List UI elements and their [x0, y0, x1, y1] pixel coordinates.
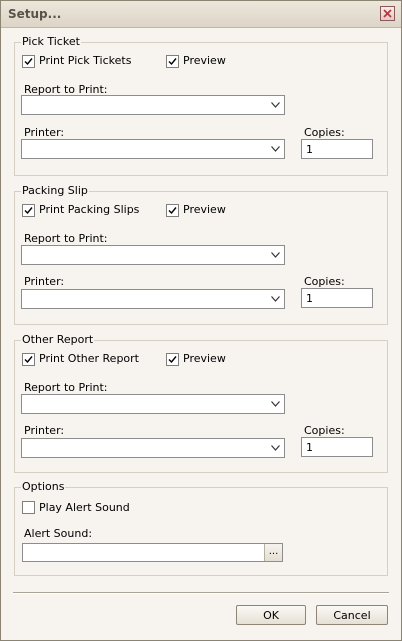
window-title: Setup... [8, 7, 62, 21]
group-legend: Packing Slip [21, 184, 89, 197]
packing-slip-printer-select[interactable] [21, 289, 285, 309]
group-legend: Options [21, 480, 66, 493]
pick-ticket-group: Pick Ticket Print Pick Tickets Preview R… [14, 35, 388, 176]
packing-slip-report-select[interactable] [21, 245, 285, 265]
other-report-report-select[interactable] [21, 394, 285, 414]
setup-dialog: Setup... Pick Ticket Print Pick Tickets … [0, 0, 402, 641]
print-other-report-checkbox[interactable] [22, 353, 35, 366]
other-report-preview-label: Preview [183, 352, 226, 365]
check-icon [24, 356, 33, 364]
title-bar: Setup... [1, 1, 401, 28]
play-alert-sound-label: Play Alert Sound [39, 501, 130, 514]
options-group: Options Play Alert Sound Alert Sound: ..… [14, 480, 388, 576]
close-button[interactable] [380, 6, 395, 21]
packing-slip-preview-label: Preview [183, 203, 226, 216]
print-pick-tickets-label: Print Pick Tickets [39, 54, 132, 67]
footer-separator [13, 592, 389, 594]
chevron-down-icon [271, 445, 280, 451]
chevron-down-icon [271, 401, 280, 407]
cancel-button[interactable]: Cancel [316, 605, 388, 625]
chevron-down-icon [271, 296, 280, 302]
print-other-report-label: Print Other Report [39, 352, 139, 365]
other-report-preview-checkbox[interactable] [166, 353, 179, 366]
packing-slip-group: Packing Slip Print Packing Slips Preview… [14, 184, 388, 325]
chevron-down-icon [271, 102, 280, 108]
pick-ticket-report-select[interactable] [21, 95, 285, 115]
ok-button[interactable]: OK [236, 605, 306, 625]
pick-ticket-preview-label: Preview [183, 54, 226, 67]
close-icon [383, 9, 392, 18]
check-icon [24, 58, 33, 66]
printer-label: Printer: [24, 424, 65, 437]
pick-ticket-preview-checkbox[interactable] [166, 55, 179, 68]
check-icon [168, 356, 177, 364]
copies-label: Copies: [304, 275, 345, 288]
copies-label: Copies: [304, 424, 345, 437]
pick-ticket-printer-select[interactable] [21, 139, 285, 159]
print-packing-slips-label: Print Packing Slips [39, 203, 140, 216]
play-alert-sound-checkbox[interactable] [22, 501, 35, 514]
report-to-print-label: Report to Print: [24, 232, 108, 245]
alert-sound-label: Alert Sound: [24, 527, 93, 540]
copies-label: Copies: [304, 126, 345, 139]
check-icon [168, 207, 177, 215]
packing-slip-preview-checkbox[interactable] [166, 204, 179, 217]
chevron-down-icon [271, 146, 280, 152]
other-report-printer-select[interactable] [21, 438, 285, 458]
group-legend: Other Report [21, 333, 95, 346]
alert-sound-input[interactable]: ... [22, 543, 283, 562]
printer-label: Printer: [24, 275, 65, 288]
printer-label: Printer: [24, 126, 65, 139]
browse-button[interactable]: ... [264, 544, 282, 561]
other-report-group: Other Report Print Other Report Preview … [14, 333, 388, 473]
print-packing-slips-checkbox[interactable] [22, 204, 35, 217]
pick-ticket-copies-input[interactable]: 1 [301, 139, 373, 159]
report-to-print-label: Report to Print: [24, 381, 108, 394]
check-icon [168, 58, 177, 66]
packing-slip-copies-input[interactable]: 1 [301, 288, 373, 308]
check-icon [24, 207, 33, 215]
chevron-down-icon [271, 252, 280, 258]
group-legend: Pick Ticket [21, 35, 81, 48]
print-pick-tickets-checkbox[interactable] [22, 55, 35, 68]
other-report-copies-input[interactable]: 1 [301, 437, 373, 457]
